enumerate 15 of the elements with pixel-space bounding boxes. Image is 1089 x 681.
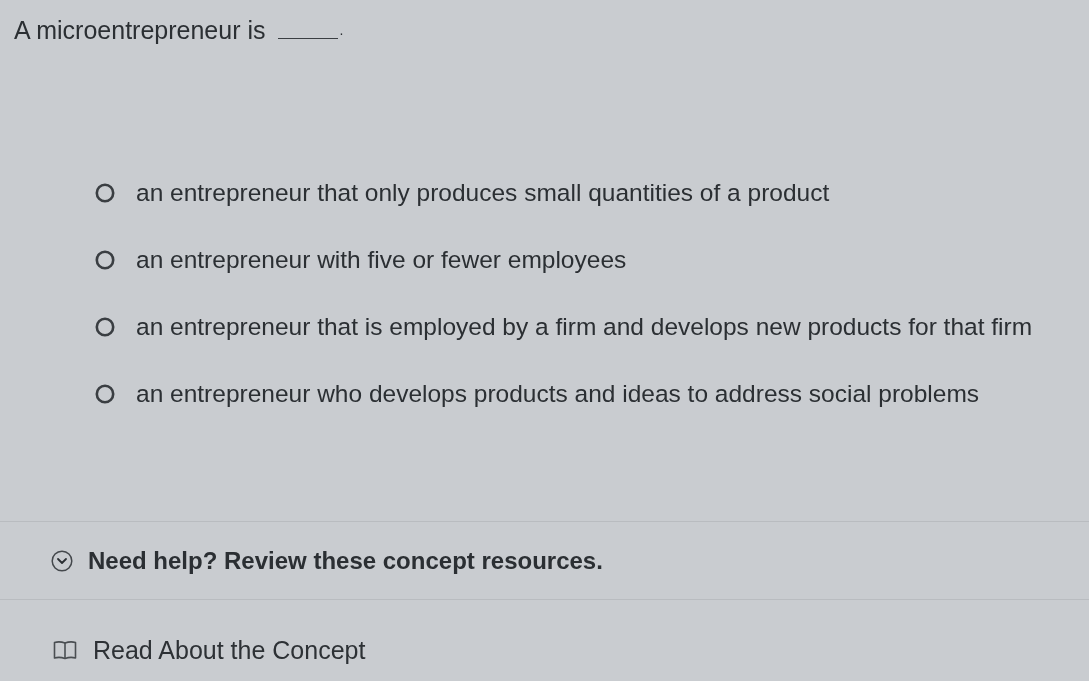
radio-button[interactable] [95, 316, 115, 337]
answer-option[interactable]: an entrepreneur that is employed by a firm and develops new products for that firm [136, 311, 1033, 342]
chevron-circle-icon[interactable] [51, 549, 73, 572]
help-toggle[interactable]: Need help? Review these concept resources. [88, 545, 603, 576]
radio-button[interactable] [95, 383, 115, 404]
answer-option[interactable]: an entrepreneur who develops products and ideas to address social problems [136, 378, 980, 409]
question-period: . [339, 21, 344, 40]
book-icon [53, 640, 77, 660]
radio-button[interactable] [95, 182, 115, 203]
radio-button[interactable] [95, 249, 115, 270]
fill-in-line[interactable] [277, 36, 338, 39]
answer-option[interactable]: an entrepreneur that only produces small quantities of a product [136, 177, 830, 208]
resource-link[interactable]: Read About the Concept [93, 635, 366, 665]
answer-option[interactable]: an entrepreneur with five or fewer employees [136, 244, 627, 275]
question-text: A microentrepreneur is [14, 15, 266, 46]
